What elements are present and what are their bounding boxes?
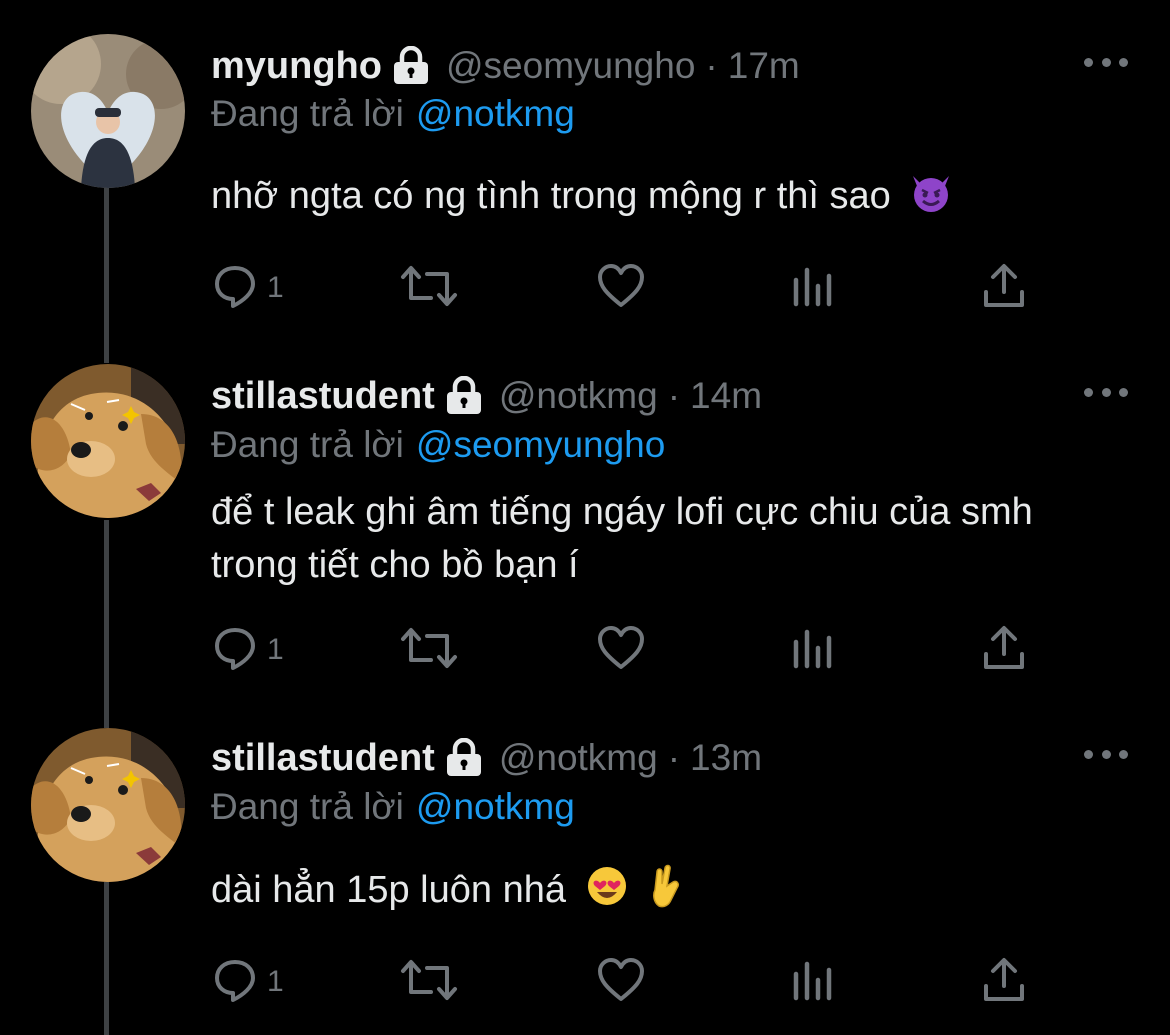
smiling-imp-emoji-icon xyxy=(909,170,953,229)
timestamp[interactable]: 13m xyxy=(690,737,762,779)
mention-link[interactable]: @notkmg xyxy=(416,786,575,827)
avatar[interactable] xyxy=(31,34,185,188)
handle[interactable]: @seomyungho xyxy=(446,45,695,87)
mention-link[interactable]: @seomyungho xyxy=(416,424,665,465)
tweet-text: nhỡ ngta có ng tình trong mộng r thì sao xyxy=(211,170,1111,229)
heart-eyes-emoji-icon xyxy=(585,864,629,923)
handle[interactable]: @notkmg xyxy=(499,737,658,779)
separator: · xyxy=(667,737,681,778)
separator: · xyxy=(705,45,718,86)
views-button[interactable] xyxy=(791,952,835,1012)
tweet-text-content: nhỡ ngta có ng tình trong mộng r thì sao xyxy=(211,175,891,217)
retweet-icon xyxy=(399,624,459,677)
tweet[interactable]: myungho @seomyungho · 17m Đang trả lời @n… xyxy=(0,0,1170,360)
share-icon xyxy=(981,624,1027,677)
more-icon[interactable] xyxy=(1084,52,1128,72)
separator: · xyxy=(667,375,681,416)
avatar[interactable] xyxy=(31,364,185,518)
replying-to: Đang trả lời @notkmg xyxy=(211,93,575,135)
tweet-actions: 1 xyxy=(211,620,1041,680)
retweet-icon xyxy=(399,262,459,315)
reply-count: 1 xyxy=(267,271,284,304)
tweet-text-content: để t leak ghi âm tiếng ngáy lofi cực chi… xyxy=(211,491,1033,586)
crossed-fingers-emoji-icon xyxy=(647,864,683,923)
tweet-text: để t leak ghi âm tiếng ngáy lofi cực chi… xyxy=(211,486,1101,592)
lock-icon xyxy=(443,376,485,416)
tweet[interactable]: stillastudent @notkmg · 14m Đang trả lời… xyxy=(0,362,1170,724)
retweet-button[interactable] xyxy=(399,952,459,1012)
share-icon xyxy=(981,956,1027,1009)
avatar[interactable] xyxy=(31,728,185,882)
share-button[interactable] xyxy=(981,952,1027,1012)
reply-button[interactable]: 1 xyxy=(211,952,284,1012)
reply-button[interactable]: 1 xyxy=(211,620,284,680)
like-button[interactable] xyxy=(596,952,646,1012)
retweet-icon xyxy=(399,956,459,1009)
views-icon xyxy=(791,262,835,315)
handle[interactable]: @notkmg xyxy=(499,375,658,417)
heart-icon xyxy=(596,262,646,315)
replying-to: Đang trả lời @notkmg xyxy=(211,786,575,828)
display-name[interactable]: myungho xyxy=(211,45,382,88)
reply-icon xyxy=(211,624,259,677)
tweet-actions: 1 xyxy=(211,258,1041,318)
reply-count: 1 xyxy=(267,965,284,998)
views-button[interactable] xyxy=(791,620,835,680)
views-icon xyxy=(791,624,835,677)
more-icon[interactable] xyxy=(1084,382,1128,402)
more-icon[interactable] xyxy=(1084,744,1128,764)
reply-icon xyxy=(211,956,259,1009)
replying-prefix: Đang trả lời xyxy=(211,93,404,134)
lock-icon xyxy=(443,738,485,778)
tweet-actions: 1 xyxy=(211,952,1041,1012)
heart-icon xyxy=(596,956,646,1009)
reply-icon xyxy=(211,262,259,315)
timestamp[interactable]: 14m xyxy=(690,375,762,417)
reply-button[interactable]: 1 xyxy=(211,258,284,318)
mention-link[interactable]: @notkmg xyxy=(416,93,575,134)
views-button[interactable] xyxy=(791,258,835,318)
reply-count: 1 xyxy=(267,633,284,666)
replying-prefix: Đang trả lời xyxy=(211,786,404,827)
views-icon xyxy=(791,956,835,1009)
display-name[interactable]: stillastudent xyxy=(211,737,435,780)
display-name[interactable]: stillastudent xyxy=(211,375,435,418)
tweet-text-content: dài hẳn 15p luôn nhá xyxy=(211,869,566,911)
share-icon xyxy=(981,262,1027,315)
share-button[interactable] xyxy=(981,620,1027,680)
replying-to: Đang trả lời @seomyungho xyxy=(211,424,665,466)
tweet[interactable]: stillastudent @notkmg · 13m Đang trả lời… xyxy=(0,724,1170,1035)
like-button[interactable] xyxy=(596,258,646,318)
share-button[interactable] xyxy=(981,258,1027,318)
tweet-text: dài hẳn 15p luôn nhá xyxy=(211,864,1111,923)
retweet-button[interactable] xyxy=(399,258,459,318)
retweet-button[interactable] xyxy=(399,620,459,680)
timestamp[interactable]: 17m xyxy=(728,45,800,87)
heart-icon xyxy=(596,624,646,677)
replying-prefix: Đang trả lời xyxy=(211,424,404,465)
lock-icon xyxy=(390,46,432,86)
like-button[interactable] xyxy=(596,620,646,680)
